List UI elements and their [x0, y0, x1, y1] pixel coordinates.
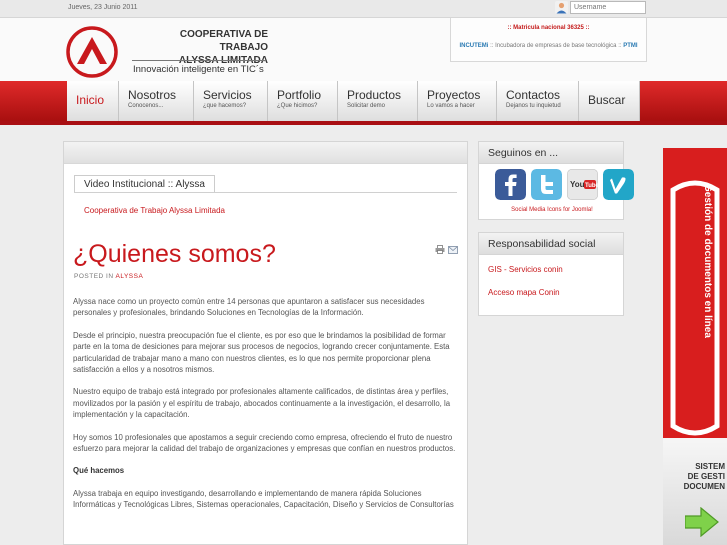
logo-tagline: Innovación inteligente en TIC´s	[133, 64, 264, 75]
incutemi-link[interactable]: INCUTEMi	[459, 43, 488, 49]
posted-author-link[interactable]: ALYSSA	[116, 273, 144, 280]
article-paragraph: Nuestro equipo de trabajo está integrado…	[73, 387, 451, 420]
nav-item-portfolio[interactable]: Portfolio ¿Que hicimos?	[268, 81, 338, 121]
nav-item-contactos[interactable]: Contactos Dejanos tu inquietud	[497, 81, 579, 121]
article-paragraph: Alyssa nace como un proyecto común entre…	[73, 297, 425, 318]
posted-in: POSTED IN ALYSSA	[74, 273, 143, 280]
nav-shadow-band	[0, 121, 727, 125]
main-content-header	[64, 142, 467, 164]
nav-sublabel: ¿que hacemos?	[203, 103, 247, 109]
info-matricula-suffix: ::	[583, 25, 590, 31]
nav-sublabel: Dejanos tu inquietud	[506, 103, 561, 109]
nav-sublabel: ¿Que hicimos?	[277, 103, 318, 109]
arandu-banner[interactable]: Gestión de documentos en línea SISTEM DE…	[663, 148, 727, 545]
article-title: ¿Quienes somos?	[73, 240, 276, 268]
svg-text:Tube: Tube	[585, 183, 598, 189]
info-incubadora: INCUTEMi :: Incubadora de empresas de ba…	[451, 43, 646, 49]
nav-item-buscar[interactable]: Buscar	[579, 81, 640, 121]
banner-grey-text: SISTEM DE GESTI DOCUMEN	[665, 462, 725, 492]
nav-left-accent	[0, 81, 67, 121]
logo-divider	[132, 60, 266, 61]
article-body: Alyssa nace como un proyecto común entre…	[73, 296, 458, 522]
nav-item-proyectos[interactable]: Proyectos Lo vamos a hacer	[418, 81, 497, 121]
banner-vertical-text: Gestión de documentos en línea	[702, 184, 713, 338]
user-icon	[555, 1, 568, 14]
nav-right-accent	[640, 81, 727, 121]
youtube-icon[interactable]: You Tube	[567, 169, 598, 200]
arrow-right-icon[interactable]	[685, 507, 721, 537]
nav-item-servicios[interactable]: Servicios ¿que hacemos?	[194, 81, 268, 121]
nav-item-productos[interactable]: Productos Solicitar demo	[338, 81, 418, 121]
ptmi-link[interactable]: PTMI	[623, 43, 637, 49]
svg-text:You: You	[570, 180, 585, 189]
nav-label: Servicios	[203, 88, 252, 102]
info-box: :: Matricula nacional 36325 :: INCUTEMi …	[450, 18, 647, 62]
nav-item-inicio[interactable]: Inicio	[67, 81, 119, 121]
social-box: Seguinos en ... You Tube Social Media Ic…	[478, 141, 634, 220]
link-gis-servicios-conin[interactable]: GIS - Servicios conin	[488, 265, 623, 274]
top-bar: Jueves, 23 Junio 2011	[0, 0, 727, 18]
responsabilidad-box: Responsabilidad social GIS - Servicios c…	[478, 232, 624, 316]
responsabilidad-box-title: Responsabilidad social	[479, 233, 623, 255]
banner-grey-line: SISTEM	[695, 462, 725, 471]
facebook-icon[interactable]	[495, 169, 526, 200]
article-paragraph: Desde el principio, nuestra preocupación…	[73, 330, 450, 375]
main-content: Video Institucional :: Alyssa Cooperativ…	[63, 141, 468, 545]
video-link[interactable]: Cooperativa de Trabajo Alyssa Limitada	[84, 206, 225, 215]
banner-grey-line: DOCUMEN	[683, 482, 725, 491]
nav-label: Productos	[347, 88, 402, 102]
main-navigation: Inicio Nosotros Conocenos... Servicios ¿…	[0, 81, 727, 121]
incubadora-text: :: Incubadora de empresas de base tecnol…	[488, 43, 624, 49]
vimeo-icon[interactable]	[603, 169, 634, 200]
nav-label: Proyectos	[427, 88, 481, 102]
nav-label: Contactos	[506, 88, 561, 102]
link-acceso-mapa-conin[interactable]: Acceso mapa Conin	[488, 288, 623, 297]
video-tab-divider	[74, 192, 457, 193]
alyssa-logo-icon[interactable]	[66, 26, 118, 78]
banner-grey-line: DE GESTI	[687, 472, 725, 481]
article-paragraph: Alyssa trabaja en equipo investigando, d…	[73, 488, 454, 510]
social-box-title: Seguinos en ...	[479, 142, 623, 164]
nav-label: Portfolio	[277, 88, 322, 102]
nav-label: Buscar	[588, 93, 626, 107]
username-input[interactable]	[570, 1, 646, 14]
print-icon[interactable]	[435, 245, 445, 254]
posted-label: POSTED IN	[74, 273, 114, 280]
article-paragraph: Hoy somos 10 profesionales que apostamos…	[73, 432, 456, 454]
twitter-icon[interactable]	[531, 169, 562, 200]
nav-label: Inicio	[76, 93, 105, 107]
logo-title: COOPERATIVA DE TRABAJO ALYSSA LIMITADA	[130, 28, 268, 67]
info-matricula-label: Matricula nacional 36325	[513, 25, 584, 31]
social-media-credit-link[interactable]: Social Media Icons for Joomla!	[479, 207, 625, 213]
logo-title-line1: COOPERATIVA DE TRABAJO	[179, 29, 268, 53]
section-heading-que-hacemos: Qué hacemos	[73, 466, 125, 476]
info-matricula: :: Matricula nacional 36325 ::	[451, 25, 646, 31]
nav-item-nosotros[interactable]: Nosotros Conocenos...	[119, 81, 194, 121]
nav-sublabel: Solicitar demo	[347, 103, 386, 109]
nav-label: Nosotros	[128, 88, 177, 102]
current-date: Jueves, 23 Junio 2011	[68, 4, 138, 11]
email-icon[interactable]	[448, 246, 458, 254]
site-header: COOPERATIVA DE TRABAJO ALYSSA LIMITADA I…	[0, 18, 727, 81]
nav-sublabel: Lo vamos a hacer	[427, 103, 475, 109]
video-tab[interactable]: Video Institucional :: Alyssa	[74, 175, 215, 192]
nav-sublabel: Conocenos...	[128, 103, 164, 109]
